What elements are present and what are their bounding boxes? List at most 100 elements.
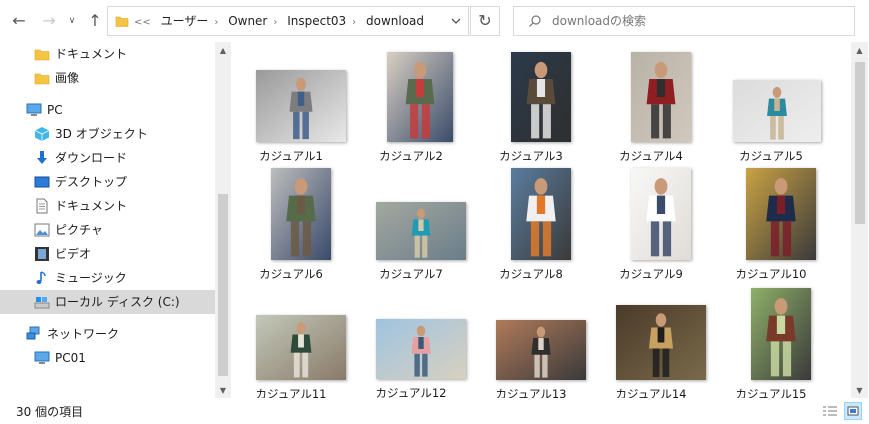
file-tile[interactable]: カジュアル7 — [351, 160, 471, 281]
image-thumbnail[interactable] — [733, 80, 821, 142]
breadcrumb-item[interactable]: Owner — [228, 14, 267, 28]
details-view-button[interactable] — [821, 402, 839, 420]
video-icon — [34, 246, 50, 262]
search-box[interactable] — [513, 6, 855, 36]
file-explorer-window: ← → ∨ ↑ << ユーザー › Owner › Inspect03 › downl… — [0, 0, 869, 424]
image-thumbnail[interactable] — [631, 168, 691, 260]
file-name-label: カジュアル14 — [615, 387, 687, 398]
back-button[interactable]: ← — [8, 10, 30, 32]
file-tile[interactable]: カジュアル8 — [471, 160, 591, 281]
forward-arrow-icon: → — [42, 11, 56, 30]
image-thumbnail[interactable] — [376, 319, 466, 379]
address-dropdown-icon[interactable] — [450, 15, 462, 27]
refresh-button[interactable]: ↻ — [470, 6, 500, 36]
image-thumbnail[interactable] — [751, 288, 811, 380]
image-thumbnail[interactable] — [631, 52, 691, 142]
scroll-down-arrow-icon[interactable]: ▼ — [215, 384, 231, 398]
nav-item[interactable]: ローカル ディスク (C:) — [0, 290, 215, 314]
image-thumbnail[interactable] — [511, 168, 571, 260]
chevron-down-icon: ∨ — [68, 16, 76, 26]
file-name-label: カジュアル12 — [375, 386, 447, 398]
image-thumbnail[interactable] — [496, 320, 586, 380]
nav-item[interactable]: 3D オブジェクト — [0, 122, 215, 146]
image-thumbnail[interactable] — [616, 305, 706, 380]
file-list-scrollbar[interactable]: ▲ ▼ — [851, 42, 868, 398]
desktop-icon — [34, 174, 50, 190]
breadcrumb-separator-icon[interactable]: › — [352, 17, 356, 28]
image-thumbnail[interactable] — [256, 70, 346, 142]
image-thumbnail[interactable] — [387, 52, 453, 142]
image-thumbnail[interactable] — [511, 52, 571, 142]
file-tile[interactable]: カジュアル5 — [711, 42, 831, 163]
file-name-label: カジュアル10 — [735, 267, 807, 281]
nav-item[interactable]: ダウンロード — [0, 146, 215, 170]
file-tile[interactable]: カジュアル2 — [351, 42, 471, 163]
nav-item[interactable]: ピクチャ — [0, 218, 215, 242]
image-thumbnail[interactable] — [271, 168, 331, 260]
image-thumbnail[interactable] — [376, 202, 466, 260]
file-tile[interactable]: カジュアル4 — [591, 42, 711, 163]
nav-item-label: ドキュメント — [55, 47, 128, 61]
image-thumbnail[interactable] — [256, 315, 346, 380]
nav-item[interactable]: ドキュメント — [0, 42, 215, 66]
pc-icon — [26, 102, 42, 118]
music-icon — [34, 270, 50, 286]
scroll-up-arrow-icon[interactable]: ▲ — [215, 44, 231, 58]
image-thumbnail[interactable] — [746, 168, 816, 260]
nav-item-label: 画像 — [55, 71, 80, 85]
nav-item-label: PC01 — [55, 351, 86, 365]
3d-objects-icon — [34, 126, 50, 142]
breadcrumb-overflow-icon[interactable]: << — [134, 17, 151, 28]
nav-item[interactable]: ネットワーク — [0, 322, 215, 346]
up-button[interactable]: ↑ — [84, 10, 106, 32]
refresh-icon: ↻ — [478, 11, 492, 30]
scrollbar-thumb[interactable] — [218, 194, 228, 376]
nav-item[interactable]: PC — [0, 98, 215, 122]
file-name-label: カジュアル8 — [499, 267, 563, 281]
breadcrumb-separator-icon[interactable]: › — [273, 17, 277, 28]
nav-item-label: デスクトップ — [55, 175, 128, 189]
navigation-pane: ドキュメント 画像 PC 3D オブジェクトダウンロードデスクトップ ドキュメントピクチ… — [0, 42, 231, 398]
file-tile[interactable]: カジュアル12 — [351, 285, 471, 398]
address-bar[interactable]: << ユーザー › Owner › Inspect03 › download — [107, 6, 469, 36]
forward-button[interactable]: → — [38, 10, 60, 32]
breadcrumb-separator-icon[interactable]: › — [214, 17, 218, 28]
recent-locations-button[interactable]: ∨ — [66, 10, 78, 32]
navigation-scrollbar[interactable]: ▲ ▼ — [215, 42, 231, 398]
file-name-label: カジュアル7 — [379, 267, 443, 281]
network-icon — [26, 326, 42, 342]
document-icon — [34, 198, 50, 214]
search-input[interactable] — [552, 7, 842, 35]
nav-item[interactable]: 画像 — [0, 66, 215, 90]
file-name-label: カジュアル9 — [619, 267, 683, 281]
breadcrumb-item[interactable]: ユーザー — [161, 14, 209, 28]
search-icon — [529, 15, 541, 27]
breadcrumb: << ユーザー › Owner › Inspect03 › download — [134, 7, 424, 35]
file-tile[interactable]: カジュアル3 — [471, 42, 591, 163]
file-tile[interactable]: カジュアル10 — [711, 160, 831, 281]
nav-item[interactable]: PC01 — [0, 346, 215, 370]
nav-item-label: ネットワーク — [47, 327, 120, 341]
file-tile[interactable]: カジュアル13 — [471, 285, 591, 398]
nav-item[interactable]: デスクトップ — [0, 170, 215, 194]
breadcrumb-item[interactable]: Inspect03 — [287, 14, 346, 28]
nav-item[interactable]: ミュージック — [0, 266, 215, 290]
nav-item-label: 3D オブジェクト — [55, 127, 148, 141]
large-icons-view-button[interactable] — [844, 402, 862, 420]
scrollbar-thumb[interactable] — [855, 62, 865, 224]
large-icons-view-icon — [847, 406, 859, 416]
nav-item[interactable]: ドキュメント — [0, 194, 215, 218]
scroll-down-arrow-icon[interactable]: ▼ — [851, 384, 868, 398]
file-tile[interactable]: カジュアル11 — [231, 285, 351, 398]
file-tile[interactable]: カジュアル6 — [231, 160, 351, 281]
file-tile[interactable]: カジュアル9 — [591, 160, 711, 281]
file-tile[interactable]: カジュアル15 — [711, 285, 831, 398]
pictures-icon — [34, 222, 50, 238]
breadcrumb-item[interactable]: download — [366, 14, 424, 28]
scroll-up-arrow-icon[interactable]: ▲ — [851, 44, 868, 58]
file-list-view: カジュアル1 カジュアル2 カジュアル3 カジュアル4 カジュアル5 カジュアル6 カジュア… — [231, 42, 851, 398]
nav-item-label: ドキュメント — [55, 199, 128, 213]
file-tile[interactable]: カジュアル14 — [591, 285, 711, 398]
nav-item[interactable]: ビデオ — [0, 242, 215, 266]
file-tile[interactable]: カジュアル1 — [231, 42, 351, 163]
